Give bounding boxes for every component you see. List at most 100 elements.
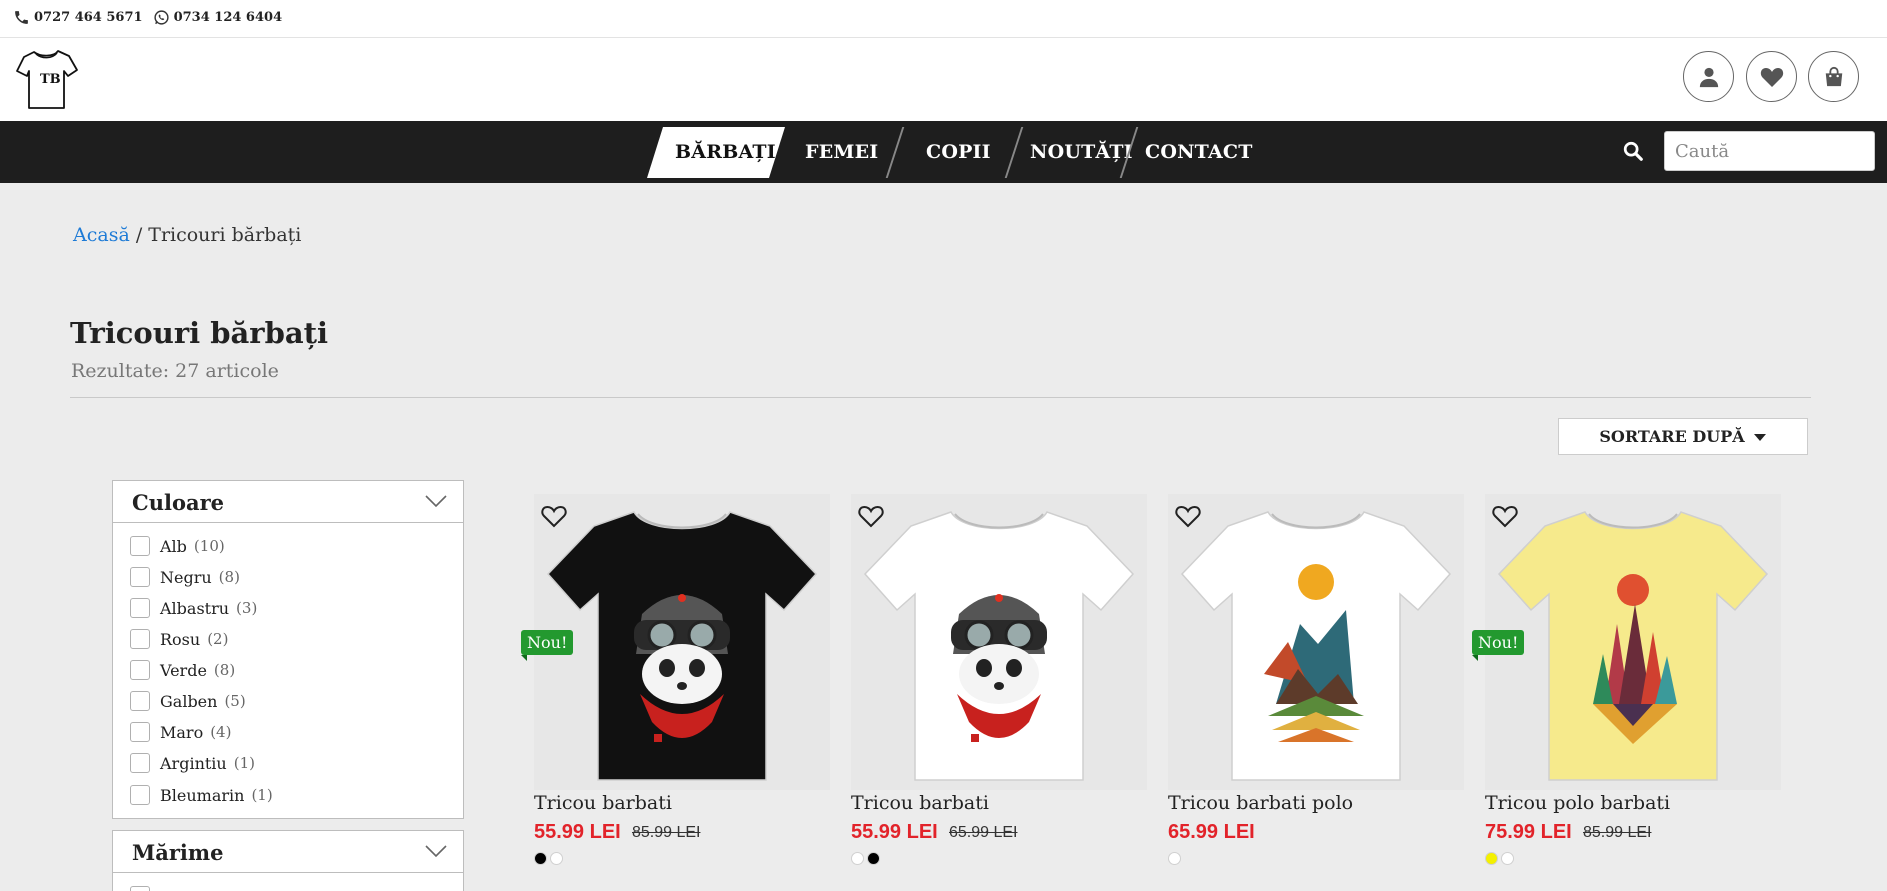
wishlist-button[interactable] (1746, 51, 1797, 102)
option-label: Galben (160, 691, 218, 711)
checkbox[interactable] (130, 567, 150, 587)
heart-outline-icon (541, 505, 567, 528)
filter-option-bleumarin[interactable]: Bleumarin (1) (130, 785, 273, 805)
nav-item-contact[interactable]: CONTACT (1145, 121, 1253, 183)
filter-option-galben[interactable]: Galben (5) (130, 691, 246, 711)
breadcrumb-home-link[interactable]: Acasă (73, 224, 130, 246)
heart-outline-icon (1175, 505, 1201, 528)
whatsapp-icon (153, 10, 169, 25)
tshirt-image (546, 511, 818, 781)
product-old-price: 85.99 LEI (1583, 824, 1652, 841)
product-image[interactable]: Nou! (521, 494, 830, 790)
color-filter-header[interactable]: Culoare (113, 481, 463, 523)
main-navbar: BĂRBAȚI FEMEI COPII NOUTĂȚI CONTACT (0, 121, 1887, 183)
checkbox[interactable] (130, 629, 150, 649)
color-swatch[interactable] (1168, 852, 1181, 865)
product-price: 55.99 LEI (851, 821, 938, 843)
nav-item-noutati[interactable]: NOUTĂȚI (1030, 121, 1133, 183)
checkbox[interactable] (130, 598, 150, 618)
product-image[interactable]: Nou! (1472, 494, 1781, 790)
add-to-wishlist-button[interactable] (1175, 504, 1201, 532)
checkbox[interactable] (130, 753, 150, 773)
color-swatch[interactable] (550, 852, 563, 865)
option-label: Alb (160, 536, 187, 556)
logo-text: TB (40, 72, 61, 87)
filter-option-negru[interactable]: Negru (8) (130, 567, 240, 587)
option-label: Argintiu (160, 753, 227, 773)
product-price: 55.99 LEI (534, 821, 621, 843)
product-image[interactable] (1168, 494, 1464, 790)
page-title: Tricouri bărbați (70, 316, 329, 350)
option-label: Rosu (160, 629, 201, 649)
color-swatch[interactable] (851, 852, 864, 865)
option-count: (4) (210, 723, 232, 741)
checkbox[interactable] (130, 536, 150, 556)
product-price: 75.99 LEI (1485, 821, 1572, 843)
filter-option-albastru[interactable]: Albastru (3) (130, 598, 257, 618)
option-count: (5) (224, 692, 246, 710)
product-image[interactable] (851, 494, 1147, 790)
product-name[interactable]: Tricou barbati polo (1168, 792, 1353, 814)
breadcrumb-separator: / (129, 224, 149, 246)
checkbox[interactable] (130, 722, 150, 742)
tshirt-image (1180, 511, 1452, 781)
color-swatch[interactable] (1501, 852, 1514, 865)
site-logo[interactable]: TB (14, 46, 80, 114)
product-price: 65.99 LEI (1168, 821, 1255, 843)
account-button[interactable] (1683, 51, 1734, 102)
nav-item-femei[interactable]: FEMEI (805, 121, 878, 183)
phone-contact[interactable]: 0727 464 5671 (13, 9, 143, 26)
search-input[interactable] (1664, 131, 1875, 171)
add-to-wishlist-button[interactable] (858, 504, 884, 532)
checkbox[interactable] (130, 886, 150, 891)
option-label: Bleumarin (160, 785, 245, 805)
add-to-wishlist-button[interactable] (1492, 504, 1518, 532)
checkbox[interactable] (130, 660, 150, 680)
checkbox[interactable] (130, 691, 150, 711)
product-name[interactable]: Tricou barbati (534, 792, 672, 814)
new-badge: Nou! (1472, 630, 1525, 661)
color-swatch[interactable] (1485, 852, 1498, 865)
size-filter-option[interactable] (130, 886, 160, 891)
nav-item-barbati[interactable]: BĂRBAȚI (675, 121, 776, 183)
nav-separator (885, 127, 905, 178)
add-to-wishlist-button[interactable] (541, 504, 567, 532)
option-count: (1) (233, 754, 255, 772)
option-count: (10) (193, 537, 225, 555)
filter-option-alb[interactable]: Alb (10) (130, 536, 225, 556)
sort-dropdown[interactable]: SORTARE DUPĂ (1558, 418, 1808, 455)
option-count: (1) (251, 786, 273, 804)
color-swatch[interactable] (534, 852, 547, 865)
option-label: Verde (160, 660, 207, 680)
filter-option-argintiu[interactable]: Argintiu (1) (130, 753, 255, 773)
user-icon (1699, 67, 1718, 87)
nav-item-copii[interactable]: COPII (926, 121, 991, 183)
whatsapp-contact[interactable]: 0734 124 6404 (153, 9, 282, 26)
phone-number: 0727 464 5671 (34, 10, 143, 25)
new-badge: Nou! (521, 630, 574, 661)
product-old-price: 65.99 LEI (949, 824, 1018, 841)
color-filter-panel: Culoare Alb (10) Negru (8) Albastru (3) Ros… (112, 480, 464, 819)
site-header: TB (0, 38, 1887, 121)
caret-down-icon (1753, 433, 1766, 441)
checkbox[interactable] (130, 785, 150, 805)
filter-option-verde[interactable]: Verde (8) (130, 660, 235, 680)
option-label: Negru (160, 567, 212, 587)
filter-option-rosu[interactable]: Rosu (2) (130, 629, 228, 649)
cart-button[interactable] (1808, 51, 1859, 102)
filter-option-maro[interactable]: Maro (4) (130, 722, 231, 742)
product-name[interactable]: Tricou polo barbati (1485, 792, 1670, 814)
size-filter-header[interactable]: Mărime (113, 831, 463, 873)
title-divider (70, 397, 1811, 398)
breadcrumb-current: Tricouri bărbați (148, 224, 302, 246)
tshirt-logo-icon: TB (16, 50, 78, 109)
chevron-down-icon (425, 845, 447, 858)
shopping-bag-icon (1825, 66, 1842, 86)
contact-info: 0727 464 5671 0734 124 6404 (13, 9, 292, 26)
option-label: Albastru (160, 598, 230, 618)
search-button[interactable] (1622, 140, 1644, 166)
color-swatch[interactable] (867, 852, 880, 865)
product-name[interactable]: Tricou barbati (851, 792, 989, 814)
tshirt-image (863, 511, 1135, 781)
option-count: (2) (207, 630, 229, 648)
